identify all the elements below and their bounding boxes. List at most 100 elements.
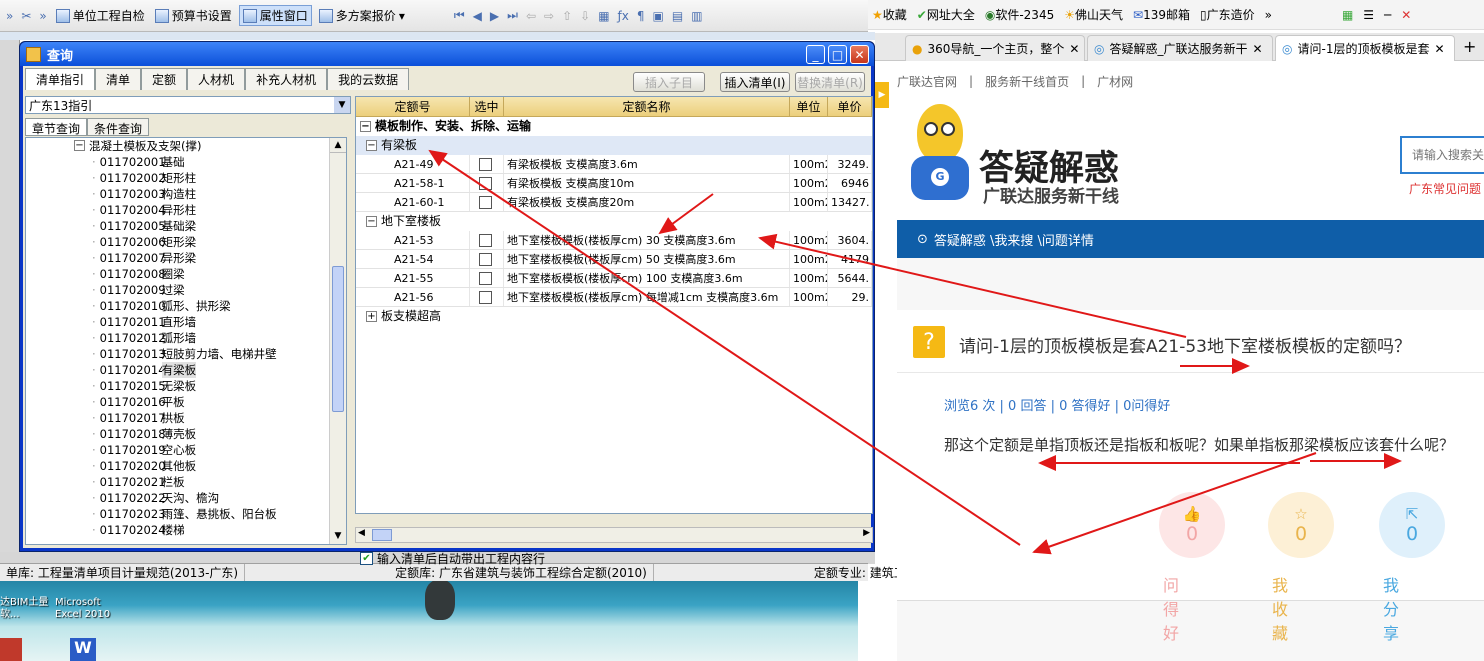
table-row[interactable]: A21-58-1 有梁板模板 支模高度10m 100m2 6946 <box>356 174 872 193</box>
close-icon[interactable]: ✕ <box>1401 8 1411 22</box>
row-select-checkbox[interactable] <box>479 272 492 285</box>
grid-group[interactable]: + 板支模超高 <box>356 307 872 326</box>
tree-item[interactable]: · 011702021 栏板 <box>26 474 346 490</box>
right-arrow-icon[interactable]: ⇨ <box>542 9 556 23</box>
apps-icon[interactable]: ▦ <box>1342 8 1353 22</box>
budget-settings-button[interactable]: 预算书设置 <box>152 6 235 25</box>
grid-hscrollbar[interactable]: ◀ ▶ <box>355 527 873 543</box>
collapse-icon[interactable]: − <box>74 140 85 151</box>
tree-item[interactable]: · 011702020 其他板 <box>26 458 346 474</box>
library-select[interactable]: 广东13指引 ▼ <box>25 96 351 114</box>
tree-item[interactable]: · 011702005 基础梁 <box>26 218 346 234</box>
tree-item[interactable]: · 011702002 矩形柱 <box>26 170 346 186</box>
close-icon[interactable]: ✕ <box>1434 42 1444 56</box>
nav-material-site[interactable]: 广材网 <box>1097 73 1133 90</box>
dialog-titlebar[interactable]: 查询 <box>20 42 874 66</box>
collapse-icon[interactable]: − <box>366 216 377 227</box>
tree-item[interactable]: · 011702019 空心板 <box>26 442 346 458</box>
scroll-right-icon[interactable]: ▶ <box>863 528 870 538</box>
multi-quote-button[interactable]: 多方案报价 ▾ <box>316 6 408 25</box>
tree-item[interactable]: · 011702008 圈梁 <box>26 266 346 282</box>
insert-list-button[interactable]: 插入清单(I) <box>720 72 790 92</box>
bookmark-gd-cost[interactable]: ▯广东造价 <box>1200 6 1255 23</box>
tree-item[interactable]: · 011702007 异形梁 <box>26 250 346 266</box>
row-select-checkbox[interactable] <box>479 291 492 304</box>
table-row[interactable]: A21-53 地下室楼板模板(楼板厚cm) 30 支模高度3.6m 100m2 360… <box>356 231 872 250</box>
tree-item[interactable]: · 011702017 拱板 <box>26 410 346 426</box>
close-icon[interactable]: ✕ <box>1253 42 1263 56</box>
tree-item[interactable]: · 011702024 楼梯 <box>26 522 346 538</box>
col-selected[interactable]: 选中 <box>470 97 504 116</box>
tree-item[interactable]: · 011702022 天沟、檐沟 <box>26 490 346 506</box>
action-0-button[interactable]: 👍 0 <box>1159 492 1225 558</box>
table-row[interactable]: A21-54 地下室楼板模板(楼板厚cm) 50 支模高度3.6m 100m2 417… <box>356 250 872 269</box>
bookmarks-more-icon[interactable]: » <box>1265 8 1272 22</box>
word-icon[interactable]: W <box>70 638 96 661</box>
bookmark-mail[interactable]: ✉139邮箱 <box>1133 6 1190 23</box>
down-arrow-icon[interactable]: ⇩ <box>578 9 592 23</box>
table-row[interactable]: A21-56 地下室楼板模板(楼板厚cm) 每增减1cm 支模高度3.6m 100m… <box>356 288 872 307</box>
toolbar-overflow-icon[interactable]: » <box>4 9 15 23</box>
bookmark-url-nav[interactable]: ✔网址大全 <box>917 6 975 23</box>
action-2-button[interactable]: ⇱ 0 <box>1379 492 1445 558</box>
collapse-icon[interactable]: − <box>360 121 371 132</box>
tree-scrollbar[interactable]: ▲ ▼ <box>329 138 346 544</box>
action-label[interactable]: 问得好 <box>1163 572 1179 644</box>
tab-qa[interactable]: ◎ 答疑解惑_广联达服务新干 ✕ <box>1087 35 1273 61</box>
tree-item[interactable]: · 011702011 直形墙 <box>26 314 346 330</box>
row-select-checkbox[interactable] <box>479 234 492 247</box>
cube-icon[interactable]: ▣ <box>651 9 666 23</box>
app-icon[interactable] <box>0 638 22 661</box>
auto-bring-option[interactable]: ✔ 输入清单后自动带出工程内容行 <box>360 550 545 567</box>
tree-item[interactable]: · 011702016 平板 <box>26 394 346 410</box>
scroll-up-icon[interactable]: ▲ <box>330 138 346 153</box>
side-tab-icon[interactable]: ▶ <box>875 82 889 108</box>
left-arrow-icon[interactable]: ⇦ <box>524 9 538 23</box>
table-row[interactable]: A21-49 有梁板模板 支模高度3.6m 100m2 3249. <box>356 155 872 174</box>
tree-item[interactable]: · 011702014 有梁板 <box>26 362 346 378</box>
insert-child-button[interactable]: 插入子目 <box>633 72 705 92</box>
new-tab-icon[interactable]: + <box>1463 37 1476 56</box>
property-window-button[interactable]: 属性窗口 <box>238 5 312 26</box>
tab-cloud-data[interactable]: 我的云数据 <box>327 68 410 90</box>
tree-item[interactable]: · 011702001 基础 <box>26 154 346 170</box>
grid-group[interactable]: − 有梁板 <box>356 136 872 155</box>
tab-question[interactable]: ◎ 请问-1层的顶板模板是套 ✕ <box>1275 35 1455 61</box>
tab-list[interactable]: 清单 <box>95 68 142 90</box>
tree-item[interactable]: · 011702003 构造柱 <box>26 186 346 202</box>
tab-360-nav[interactable]: ● 360导航_一个主页，整个 ✕ <box>905 35 1085 61</box>
nav-service-home[interactable]: 服务新干线首页 <box>985 73 1069 90</box>
row-select-checkbox[interactable] <box>479 253 492 266</box>
paragraph-icon[interactable]: ¶ <box>635 9 647 23</box>
prev-icon[interactable]: ◀ <box>471 9 484 23</box>
search-hint-link[interactable]: 广东常见问题 <box>1409 180 1481 197</box>
tree-item[interactable]: · 011702006 矩形梁 <box>26 234 346 250</box>
tab-supplement[interactable]: 补充人材机 <box>245 68 328 90</box>
auto-bring-checkbox[interactable]: ✔ <box>360 552 373 565</box>
col-price[interactable]: 单价 <box>828 97 872 116</box>
maximize-icon[interactable]: □ <box>828 45 847 64</box>
calculator-icon[interactable]: ▦ <box>596 9 611 23</box>
scroll-down-icon[interactable]: ▼ <box>330 529 346 544</box>
desktop-icon-excel[interactable]: Microsoft Excel 2010 <box>55 597 125 621</box>
up-arrow-icon[interactable]: ⇧ <box>560 9 574 23</box>
action-label[interactable]: 我收藏 <box>1272 572 1288 644</box>
nav-glodon-site[interactable]: 广联达官网 <box>897 73 957 90</box>
unit-check-button[interactable]: 单位工程自检 <box>53 6 148 25</box>
next-icon[interactable]: ▶ <box>488 9 501 23</box>
image-icon[interactable]: ▤ <box>670 9 685 23</box>
expand-icon[interactable]: + <box>366 311 377 322</box>
tree-item[interactable]: · 011702004 异形柱 <box>26 202 346 218</box>
bookmark-weather[interactable]: ☀佛山天气 <box>1064 6 1123 23</box>
table-icon[interactable]: ▥ <box>689 9 704 23</box>
first-icon[interactable]: ⏮ <box>452 8 467 23</box>
table-row[interactable]: A21-60-1 有梁板模板 支模高度20m 100m2 13427. <box>356 193 872 212</box>
table-row[interactable]: A21-55 地下室楼板模板(楼板厚cm) 100 支模高度3.6m 100m2 56… <box>356 269 872 288</box>
grid-scroll-thumb[interactable] <box>372 529 392 541</box>
scroll-left-icon[interactable]: ◀ <box>358 528 365 538</box>
bookmark-favorites[interactable]: ★收藏 <box>872 6 907 23</box>
grid-group[interactable]: − 地下室楼板 <box>356 212 872 231</box>
tree-item[interactable]: · 011702013 短肢剪力墙、电梯井壁 <box>26 346 346 362</box>
tree-item[interactable]: · 011702023 雨篷、悬挑板、阳台板 <box>26 506 346 522</box>
col-code[interactable]: 定额号 <box>356 97 470 116</box>
